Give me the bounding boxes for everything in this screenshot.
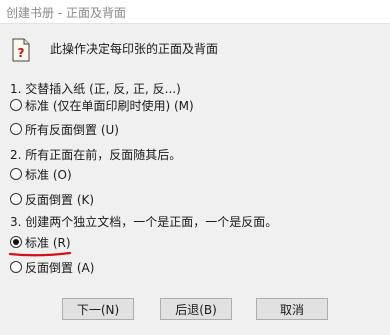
header-description: 此操作决定每印张的正面及背面 xyxy=(50,42,219,56)
section-1-heading: 1. 交替插入纸 (正, 反, 正, 反...) xyxy=(10,82,181,96)
back-button[interactable]: 后退(B) xyxy=(160,298,232,320)
svg-text:?: ? xyxy=(18,46,25,60)
radio-label: 标准 (O) xyxy=(25,167,72,182)
cancel-button[interactable]: 取消 xyxy=(256,298,328,320)
red-underline-annotation xyxy=(8,251,72,257)
window-title: 创建书册 - 正面及背面 xyxy=(6,6,126,20)
radio-label: 标准 (仅在单面印刷时使用) (M) xyxy=(25,98,194,113)
radio-button-selected[interactable] xyxy=(10,236,22,248)
section-2-heading: 2. 所有正面在前，反面随其后。 xyxy=(10,148,182,162)
radio-option-3-standard[interactable]: 标准 (R) xyxy=(10,234,71,250)
page-question-icon: ? xyxy=(12,38,30,62)
radio-button[interactable] xyxy=(10,168,22,180)
radio-option-2-backs-inverted[interactable]: 反面倒置 (K) xyxy=(10,191,94,207)
radio-option-3-backs-inverted[interactable]: 反面倒置 (A) xyxy=(10,259,94,275)
radio-button[interactable] xyxy=(10,99,22,111)
radio-option-1-standard[interactable]: 标准 (仅在单面印刷时使用) (M) xyxy=(10,97,194,113)
create-booklet-dialog: 创建书册 - 正面及背面 ? 此操作决定每印张的正面及背面 1. 交替插入纸 (… xyxy=(0,0,390,335)
radio-button[interactable] xyxy=(10,261,22,273)
radio-label: 反面倒置 (K) xyxy=(25,192,95,207)
radio-label: 标准 (R) xyxy=(25,235,71,250)
radio-label: 所有反面倒置 (U) xyxy=(25,122,119,137)
radio-label: 反面倒置 (A) xyxy=(25,260,95,275)
radio-button[interactable] xyxy=(10,193,22,205)
radio-option-1-all-backs-inverted[interactable]: 所有反面倒置 (U) xyxy=(10,121,119,137)
section-3-heading: 3. 创建两个独立文档，一个是正面，一个是反面。 xyxy=(10,215,278,229)
radio-button[interactable] xyxy=(10,123,22,135)
radio-selected-dot xyxy=(13,239,19,245)
next-button[interactable]: 下一(N) xyxy=(62,298,134,320)
radio-option-2-standard[interactable]: 标准 (O) xyxy=(10,166,72,182)
title-bar: 创建书册 - 正面及背面 xyxy=(0,0,390,24)
